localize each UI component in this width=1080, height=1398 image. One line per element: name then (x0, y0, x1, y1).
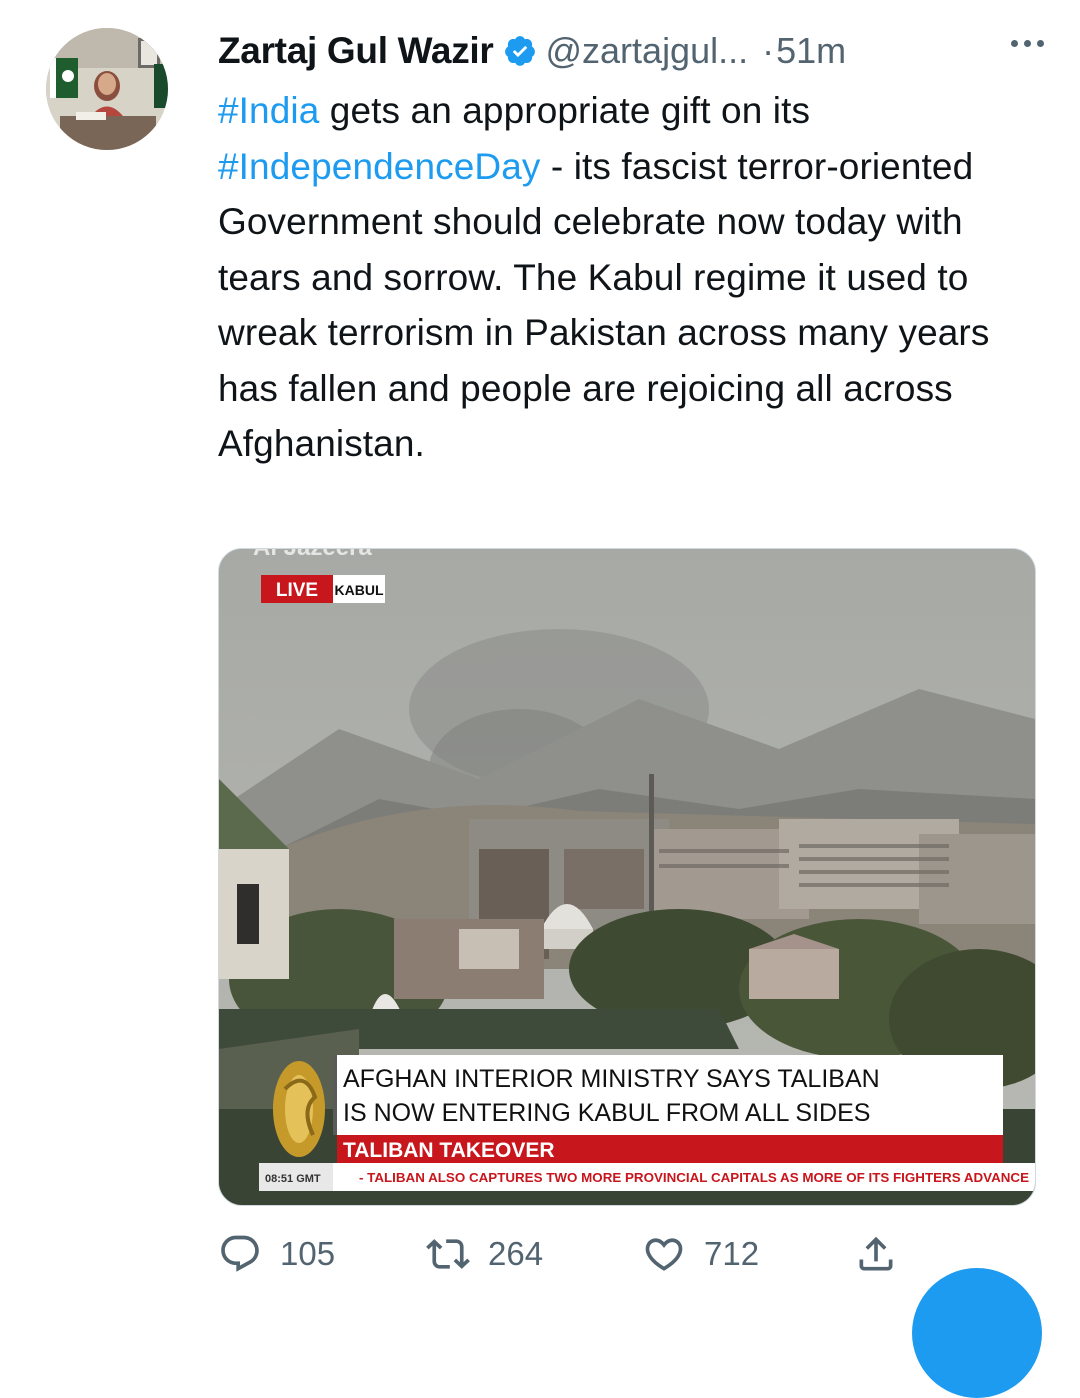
tweet-text: #India gets an appropriate gift on its #… (218, 83, 1048, 472)
ticker-text: - TALIBAN ALSO CAPTURES TWO MORE PROVINC… (359, 1170, 1029, 1185)
retweet-icon (426, 1239, 470, 1269)
text-segment-1: gets an appropriate gift on its (319, 90, 811, 131)
more-icon[interactable] (1011, 40, 1044, 47)
like-icon (645, 1238, 683, 1271)
share-icon (859, 1236, 893, 1271)
author-name[interactable]: Zartaj Gul Wazir (218, 30, 494, 72)
watermark-text: Al Jazeera (253, 549, 372, 561)
reply-count: 105 (280, 1235, 336, 1272)
headline-line1: AFGHAN INTERIOR MINISTRY SAYS TALIBAN (343, 1065, 880, 1093)
tweet-header: Zartaj Gul Wazir @zartajgul... · 51m (218, 26, 1060, 76)
hashtag-independence-day[interactable]: #IndependenceDay (218, 146, 541, 187)
live-label: LIVE (276, 580, 318, 601)
compose-button[interactable] (912, 1268, 1042, 1398)
location-label: KABUL (335, 582, 384, 598)
tweet-actions: 105 264 712 (218, 1224, 918, 1284)
clock-text: 08:51 GMT (265, 1173, 321, 1185)
share-button[interactable] (854, 1224, 898, 1284)
banner-text: TALIBAN TAKEOVER (343, 1139, 555, 1162)
headline-line2: IS NOW ENTERING KABUL FROM ALL SIDES (343, 1099, 870, 1127)
like-count: 712 (704, 1235, 760, 1272)
tweet-time[interactable]: 51m (776, 30, 846, 72)
verified-badge-icon (505, 36, 536, 66)
like-button[interactable]: 712 (642, 1224, 759, 1284)
avatar[interactable] (46, 28, 168, 150)
retweet-count: 264 (488, 1235, 544, 1272)
hashtag-india[interactable]: #India (218, 90, 319, 131)
tweet-media[interactable]: Al Jazeera LIVE KABUL AFGHAN INTERIOR MI… (218, 548, 1036, 1206)
reply-button[interactable]: 105 (218, 1224, 335, 1284)
al-jazeera-logo-icon (273, 1061, 325, 1157)
author-handle[interactable]: @zartajgul... (545, 30, 748, 72)
news-screenshot: Al Jazeera LIVE KABUL AFGHAN INTERIOR MI… (219, 549, 1035, 1205)
text-segment-2: - its fascist terror-oriented Government… (218, 145, 990, 465)
reply-icon (221, 1235, 259, 1272)
retweet-button[interactable]: 264 (426, 1224, 543, 1284)
avatar-image (46, 28, 168, 150)
separator-dot: · (762, 30, 775, 71)
